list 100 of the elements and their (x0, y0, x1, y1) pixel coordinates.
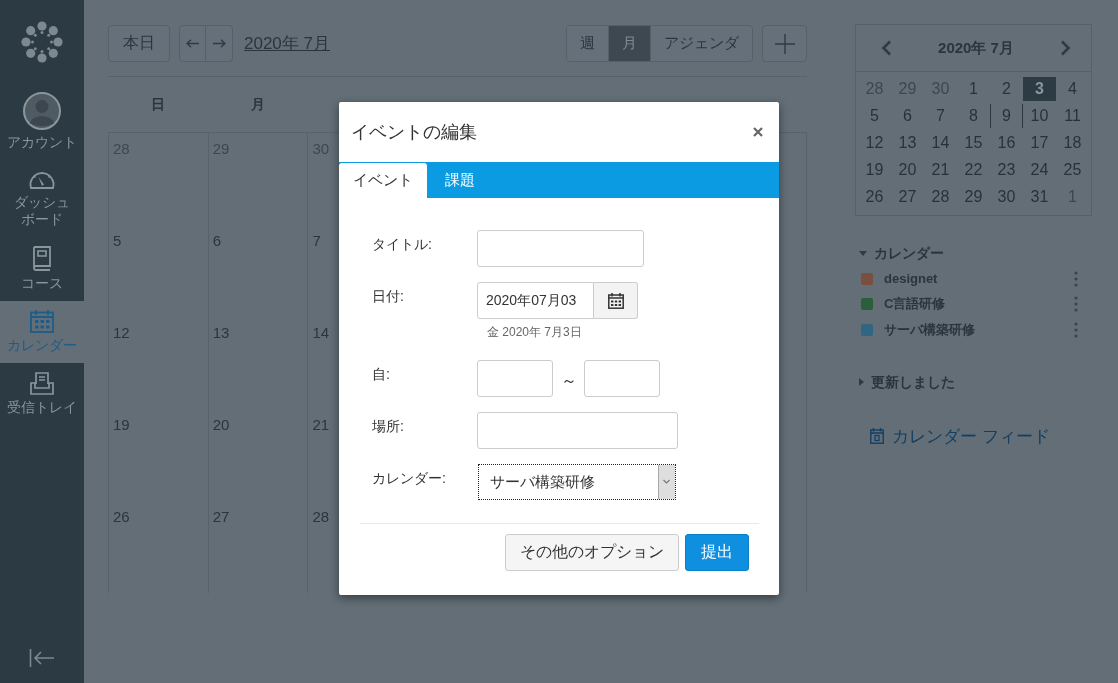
nav-link[interactable]: カレンダー (0, 301, 84, 363)
calendar-day[interactable]: 3 (1023, 76, 1056, 101)
date-hint: 金 2020年 7月3日 (487, 325, 582, 339)
calendar-day[interactable]: 18 (1056, 130, 1089, 155)
calendar-icon (30, 309, 54, 333)
day-number: 19 (113, 416, 130, 433)
calendar-day[interactable]: 5 (858, 103, 891, 128)
calendar-day[interactable]: 7 (924, 103, 957, 128)
logo-icon[interactable] (21, 21, 63, 63)
calendar-day[interactable]: 16 (990, 130, 1023, 155)
day-number: 28 (312, 508, 330, 525)
calendars-section-toggle[interactable]: カレンダー (855, 244, 944, 262)
nav-link[interactable]: アカウント (0, 84, 84, 160)
field-label: カレンダー: (372, 469, 447, 488)
today-button[interactable]: 本日 (108, 25, 170, 62)
color-swatch-icon[interactable] (861, 272, 873, 285)
day-number: 27 (212, 508, 230, 525)
calendar-day[interactable]: 29 (957, 184, 990, 209)
start-time-field[interactable] (477, 360, 553, 397)
color-swatch-icon[interactable] (861, 298, 873, 311)
calendar-day[interactable]: 27 (891, 184, 924, 209)
calendar-day[interactable]: 28 (924, 184, 957, 209)
calendar-day[interactable]: 13 (891, 130, 924, 155)
calendar-day[interactable]: 24 (1023, 157, 1056, 182)
day-number: 6 (212, 232, 222, 249)
add-event-button[interactable] (762, 25, 807, 62)
inbox-icon (29, 371, 55, 395)
end-time-field[interactable] (584, 360, 660, 397)
nav-link[interactable]: ダッシュボード (0, 160, 84, 237)
calendar-day[interactable]: 9 (990, 103, 1023, 128)
calendar-day[interactable]: 21 (924, 157, 957, 182)
calendar-day[interactable]: 15 (957, 130, 990, 155)
field-label: タイトル: (372, 235, 433, 254)
view-tab[interactable]: アジェンダ (650, 26, 752, 61)
undated-section-toggle[interactable]: 更新しました (855, 372, 955, 391)
calendar-day[interactable]: 25 (1056, 157, 1089, 182)
field-label: 日付: (372, 287, 405, 306)
nav-link[interactable]: コース (0, 237, 84, 301)
calendar-day[interactable]: 20 (891, 157, 924, 182)
collapse-arrow-icon[interactable] (29, 649, 55, 667)
dialog-tab[interactable]: 課題 (427, 163, 493, 198)
dialog-tab[interactable]: イベント (339, 163, 427, 198)
next-button[interactable] (206, 25, 233, 62)
date-field[interactable]: 2020年07月03 (477, 282, 594, 319)
day-number: 5 (113, 232, 122, 249)
calendar-name: designet (884, 271, 939, 287)
avatar-icon (23, 92, 61, 130)
calendar-name: C言語研修 (884, 295, 947, 314)
view-tab[interactable]: 月 (608, 26, 650, 61)
day-number: 26 (113, 508, 130, 525)
calendar-day[interactable]: 4 (1056, 76, 1089, 101)
calendar-feed-link[interactable]: カレンダー フィード (855, 424, 1050, 448)
nav-link[interactable]: 受信トレイ (0, 363, 84, 425)
more-options-button[interactable]: その他のオプション (505, 534, 679, 571)
chevron-left-icon[interactable] (881, 40, 892, 56)
arrow-right-icon (212, 39, 226, 48)
previous-button[interactable] (179, 25, 206, 62)
month-title-link[interactable]: 2020年 7月 (244, 32, 330, 55)
more-options-icon[interactable] (1074, 270, 1078, 287)
date-picker-button[interactable] (594, 282, 638, 319)
calendar-day[interactable]: 30 (990, 184, 1023, 209)
chevron-right-icon[interactable] (1060, 40, 1071, 56)
calendar-name: サーバ構築研修 (884, 320, 976, 339)
calendar-day[interactable]: 26 (858, 184, 891, 209)
day-number: 7 (312, 232, 321, 249)
calendar-day[interactable]: 10 (1023, 103, 1056, 128)
day-number: 13 (212, 324, 230, 341)
day-number: 12 (113, 324, 130, 341)
calendar-day[interactable]: 2 (990, 76, 1023, 101)
calendar-day[interactable]: 12 (858, 130, 891, 155)
calendar-day[interactable]: 1 (957, 76, 990, 101)
calendar-day[interactable]: 17 (1023, 130, 1056, 155)
plus-icon (774, 33, 795, 54)
close-icon (753, 127, 763, 137)
arrow-left-icon (186, 39, 199, 48)
more-options-icon[interactable] (1074, 296, 1078, 313)
calendar-day[interactable]: 14 (924, 130, 957, 155)
title-field[interactable] (477, 230, 644, 267)
calendar-day[interactable]: 8 (957, 103, 990, 128)
field-label: 自: (372, 365, 391, 384)
view-tab[interactable]: 週 (567, 26, 608, 61)
day-number: 14 (312, 324, 330, 341)
calendar-day[interactable]: 6 (891, 103, 924, 128)
more-options-icon[interactable] (1074, 321, 1078, 338)
field-label: 場所: (372, 417, 405, 436)
day-number: 21 (312, 416, 330, 433)
calendar-day[interactable]: 19 (858, 157, 891, 182)
dialog-title: イベントの編集 (351, 121, 477, 144)
book-icon (31, 245, 53, 271)
calendar-day[interactable]: 23 (990, 157, 1023, 182)
calendar-day[interactable]: 31 (1023, 184, 1056, 209)
day-number: 20 (212, 416, 230, 433)
calendar-day[interactable]: 22 (957, 157, 990, 182)
location-field[interactable] (477, 412, 678, 449)
close-button[interactable] (753, 127, 763, 137)
color-swatch-icon[interactable] (861, 323, 873, 336)
calendar-select[interactable]: サーバ構築研修 (478, 464, 676, 500)
calendar-day[interactable]: 11 (1056, 103, 1089, 128)
calendar-icon (870, 428, 884, 444)
submit-button[interactable]: 提出 (685, 534, 749, 571)
